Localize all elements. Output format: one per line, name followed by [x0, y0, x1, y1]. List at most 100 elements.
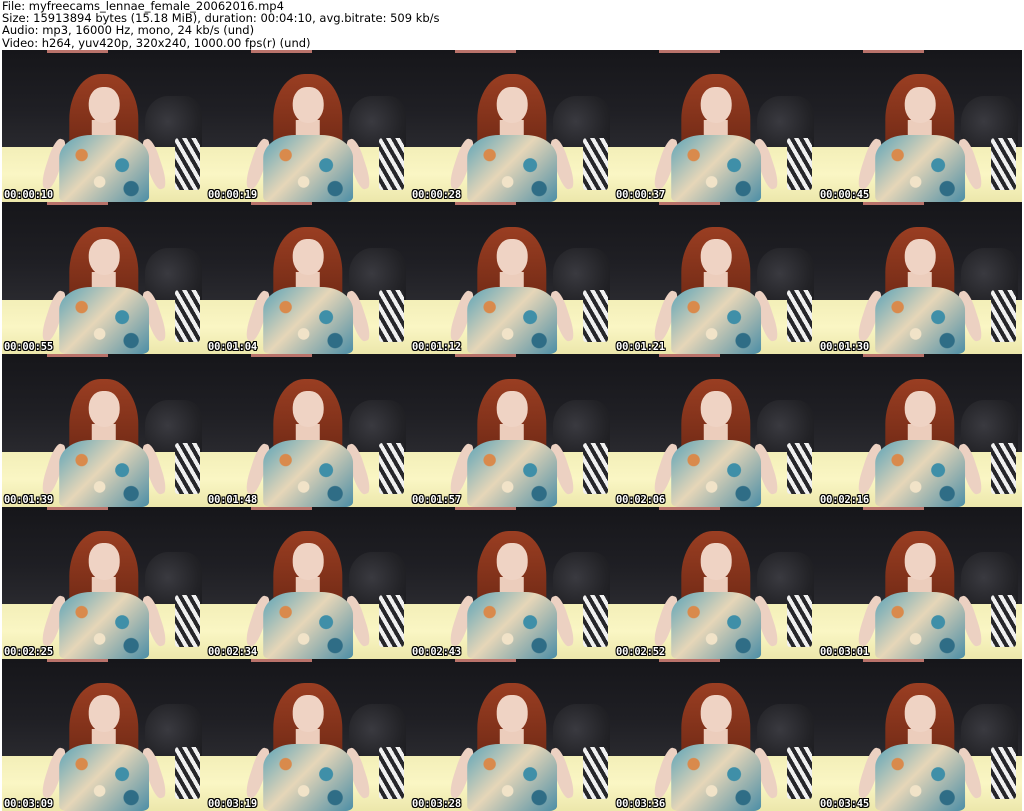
person-floral-dress [59, 591, 149, 659]
zebra-pillow [991, 138, 1016, 190]
person-face [88, 238, 120, 276]
frame-timestamp: 00:03:09 [4, 797, 53, 810]
person-face [292, 695, 324, 732]
person-face [88, 86, 120, 124]
person-face [292, 86, 324, 124]
frame-timestamp: 00:02:16 [820, 493, 869, 506]
video-frame-thumbnail: 00:01:04 [206, 202, 410, 355]
person-floral-dress [671, 439, 761, 507]
person-face [700, 543, 732, 580]
person-floral-dress [671, 287, 761, 355]
frame-timestamp: 00:00:37 [616, 189, 665, 202]
person-floral-dress [263, 287, 353, 355]
video-frame-thumbnail: 00:01:48 [206, 354, 410, 507]
person-floral-dress [875, 135, 965, 203]
video-frame-thumbnail: 00:03:01 [818, 506, 1022, 659]
frame-timestamp: 00:03:28 [412, 797, 461, 810]
video-frame-thumbnail: 00:00:45 [818, 50, 1022, 203]
frame-timestamp: 00:00:55 [4, 341, 53, 354]
zebra-pillow [583, 138, 608, 190]
frame-timestamp: 00:02:52 [616, 645, 665, 658]
person-floral-dress [263, 439, 353, 507]
person-floral-dress [671, 135, 761, 203]
thumbnail-grid: 00:00:10 00:00:19 00:00:28 00:00:37 00:00:45… [2, 50, 1022, 811]
person-face [292, 390, 324, 428]
person-face [700, 390, 732, 428]
person-floral-dress [875, 591, 965, 659]
person-floral-dress [875, 743, 965, 811]
video-info-line: Video: h264, yuv420p, 320x240, 1000.00 f… [2, 35, 311, 50]
zebra-pillow [175, 442, 200, 495]
person-face [904, 695, 936, 732]
person-face [496, 86, 528, 124]
wall-shelf [454, 354, 517, 358]
frame-timestamp: 00:03:45 [820, 797, 869, 810]
frame-timestamp: 00:02:34 [208, 645, 257, 658]
wall-shelf [862, 202, 925, 206]
wall-shelf [658, 50, 721, 53]
person-face [496, 695, 528, 732]
frame-timestamp: 00:01:12 [412, 341, 461, 354]
zebra-pillow [379, 747, 404, 799]
wall-shelf [250, 202, 313, 206]
person-floral-dress [875, 439, 965, 507]
person-face [88, 543, 120, 580]
wall-shelf [250, 354, 313, 358]
person-floral-dress [671, 591, 761, 659]
video-frame-thumbnail: 00:02:43 [410, 506, 614, 659]
video-frame-thumbnail: 00:02:25 [2, 506, 206, 659]
person-floral-dress [263, 743, 353, 811]
wall-shelf [862, 658, 925, 662]
video-frame-thumbnail: 00:01:39 [2, 354, 206, 507]
zebra-pillow [583, 290, 608, 343]
person-floral-dress [467, 439, 557, 507]
frame-timestamp: 00:03:36 [616, 797, 665, 810]
frame-timestamp: 00:00:45 [820, 189, 869, 202]
zebra-pillow [787, 442, 812, 495]
video-frame-thumbnail: 00:00:19 [206, 50, 410, 203]
frame-timestamp: 00:02:06 [616, 493, 665, 506]
person-floral-dress [467, 743, 557, 811]
video-frame-thumbnail: 00:00:28 [410, 50, 614, 203]
zebra-pillow [787, 138, 812, 190]
person-face [904, 543, 936, 580]
person-face [496, 390, 528, 428]
person-floral-dress [263, 135, 353, 203]
person-face [700, 695, 732, 732]
zebra-pillow [583, 442, 608, 495]
video-frame-thumbnail: 00:00:55 [2, 202, 206, 355]
person-face [88, 695, 120, 732]
zebra-pillow [379, 594, 404, 647]
person-floral-dress [59, 439, 149, 507]
zebra-pillow [991, 290, 1016, 343]
frame-timestamp: 00:00:19 [208, 189, 257, 202]
frame-timestamp: 00:00:28 [412, 189, 461, 202]
wall-shelf [46, 354, 109, 358]
video-frame-thumbnail: 00:01:12 [410, 202, 614, 355]
video-frame-thumbnail: 00:02:34 [206, 506, 410, 659]
frame-timestamp: 00:00:10 [4, 189, 53, 202]
video-frame-thumbnail: 00:00:10 [2, 50, 206, 203]
video-frame-thumbnail: 00:01:21 [614, 202, 818, 355]
wall-shelf [46, 658, 109, 662]
person-face [700, 238, 732, 276]
wall-shelf [250, 50, 313, 53]
video-frame-thumbnail: 00:03:45 [818, 658, 1022, 811]
person-face [904, 86, 936, 124]
zebra-pillow [175, 747, 200, 799]
video-frame-thumbnail: 00:02:52 [614, 506, 818, 659]
person-floral-dress [59, 743, 149, 811]
zebra-pillow [175, 138, 200, 190]
frame-timestamp: 00:03:19 [208, 797, 257, 810]
person-floral-dress [875, 287, 965, 355]
person-floral-dress [59, 287, 149, 355]
frame-timestamp: 00:02:43 [412, 645, 461, 658]
zebra-pillow [379, 290, 404, 343]
person-floral-dress [671, 743, 761, 811]
wall-shelf [454, 506, 517, 510]
video-frame-thumbnail: 00:01:57 [410, 354, 614, 507]
person-face [88, 390, 120, 428]
zebra-pillow [583, 594, 608, 647]
zebra-pillow [175, 594, 200, 647]
person-face [904, 390, 936, 428]
